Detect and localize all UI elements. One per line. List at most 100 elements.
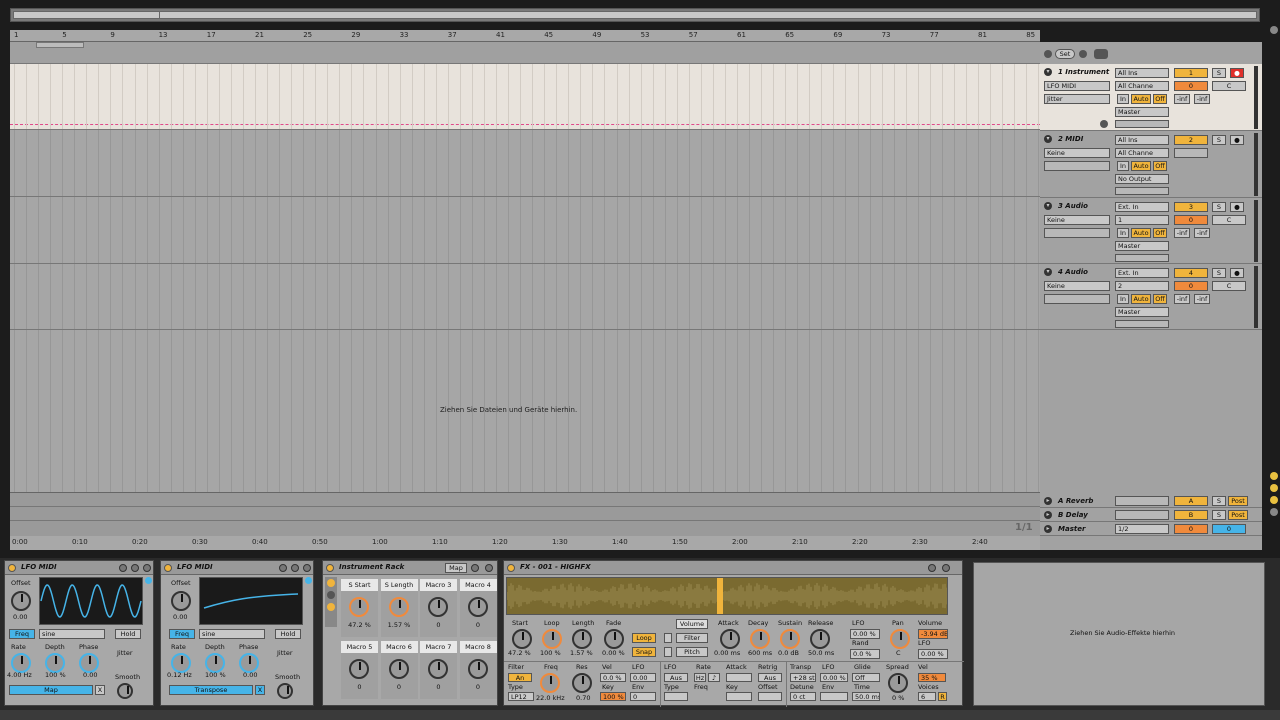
retrigger-button[interactable]: R [938, 692, 947, 701]
close-icon[interactable] [485, 564, 493, 572]
filter-type-select[interactable]: LP12 [508, 692, 534, 701]
note-sync-button[interactable]: ♪ [708, 673, 720, 682]
macro-6[interactable]: Macro 6 0 [380, 641, 418, 699]
monitor-off-button[interactable]: Off [1153, 228, 1167, 238]
loop-brace[interactable] [36, 42, 84, 48]
master-volume-field[interactable]: 0 [1174, 524, 1208, 534]
arrangement-view[interactable] [10, 64, 1040, 492]
filter-tab[interactable]: Filter [676, 633, 708, 643]
close-icon[interactable] [303, 564, 311, 572]
beat-ruler[interactable]: 1 5 9 13 17 21 25 29 33 37 41 45 49 53 57 61 65 69 73 77 81 8… [10, 30, 1040, 42]
power-icon[interactable] [326, 564, 334, 572]
time-ruler[interactable]: 0:00 0:10 0:20 0:30 0:40 0:50 1:00 1:10 1:20 1:30… [10, 536, 1040, 550]
return-output-select[interactable] [1115, 510, 1169, 520]
voices-select[interactable]: 6 [918, 692, 936, 701]
monitor-auto-button[interactable]: Auto [1131, 294, 1151, 304]
monitor-in-button[interactable]: In [1117, 94, 1129, 104]
fold-icon[interactable] [471, 564, 479, 572]
return-track-a[interactable]: ▸ A Reverb A S Post [1040, 494, 1262, 508]
lock-icon[interactable] [1094, 49, 1108, 59]
rand-field[interactable]: 0.0 % [850, 649, 880, 659]
macro-3[interactable]: Macro 3 0 [420, 579, 457, 637]
prev-locator-icon[interactable] [1044, 50, 1052, 58]
mixer-track-3[interactable]: ▾ 3 Audio Keine Ext. In 1 In Auto Off Master 3 S ● 0… [1040, 198, 1262, 264]
power-icon[interactable] [8, 564, 16, 572]
fold-track-icon[interactable]: ▾ [1044, 202, 1052, 210]
close-icon[interactable] [143, 564, 151, 572]
unmap-button[interactable]: X [95, 685, 105, 695]
shape-select[interactable]: sine [39, 629, 105, 639]
post-button[interactable]: Post [1228, 496, 1248, 506]
solo-button[interactable]: S [1212, 496, 1226, 506]
mixer-track-2[interactable]: ▾ 2 MIDI Keine All Ins All Channe In Auto Off No… [1040, 131, 1262, 198]
input-channel-select[interactable]: 2 [1115, 281, 1169, 291]
macro-name[interactable]: Macro 3 [420, 579, 457, 591]
track-name[interactable]: 3 Audio [1058, 202, 1088, 210]
macro-knob[interactable] [349, 597, 369, 617]
rack-map-button[interactable]: Map [445, 563, 467, 573]
macro-1[interactable]: S Start 47.2 % [341, 579, 378, 637]
filter-lfo-field[interactable]: 0.00 [630, 673, 656, 682]
fold-track-icon[interactable]: ▾ [1044, 268, 1052, 276]
macro-knob[interactable] [428, 659, 448, 679]
device-chooser[interactable]: Keine [1044, 281, 1110, 291]
freq-button[interactable]: Freq [9, 629, 35, 639]
filter-env-field[interactable]: 0 [630, 692, 656, 701]
play-icon[interactable]: ▸ [1044, 497, 1052, 505]
output-select[interactable]: Master [1115, 107, 1169, 117]
return-activator-button[interactable]: B [1174, 510, 1208, 520]
volume-field[interactable]: 0 [1174, 215, 1208, 225]
pan-field[interactable]: C [1212, 81, 1246, 91]
attack-knob[interactable] [720, 629, 740, 649]
macro-knob[interactable] [388, 659, 409, 679]
volume-lfo-field[interactable]: 0.00 % [918, 649, 948, 659]
track-name[interactable]: 1 Instrument [1058, 68, 1109, 76]
freq-button[interactable]: Freq [169, 629, 195, 639]
macro-knob[interactable] [388, 597, 409, 617]
monitor-off-button[interactable]: Off [1153, 94, 1167, 104]
depth-knob[interactable] [45, 653, 65, 673]
add-icon[interactable] [1100, 120, 1108, 128]
retrig-off-button[interactable]: Aus [758, 673, 782, 682]
device-chooser[interactable]: Keine [1044, 148, 1110, 158]
monitor-in-button[interactable]: In [1117, 294, 1129, 304]
lfo-type-select[interactable] [664, 692, 688, 701]
track-activator-button[interactable]: 1 [1174, 68, 1208, 78]
lfo-off-button[interactable]: Aus [664, 673, 688, 682]
hold-button[interactable]: Hold [275, 629, 301, 639]
mixer-track-1[interactable]: ▾ 1 Instrument LFO MIDI Jitter All Ins All Ch… [1040, 64, 1262, 131]
monitor-in-button[interactable]: In [1117, 161, 1129, 171]
output-channel-select[interactable] [1115, 120, 1169, 128]
phase-knob[interactable] [79, 653, 99, 673]
next-locator-icon[interactable] [1079, 50, 1087, 58]
lfo-field[interactable]: 0.00 % [850, 629, 880, 639]
monitor-off-button[interactable]: Off [1153, 294, 1167, 304]
pan-knob[interactable] [890, 629, 910, 649]
release-knob[interactable] [810, 629, 830, 649]
sampler-device[interactable]: FX - 001 - HIGHFX Start Loop Length Fade… [503, 560, 964, 707]
lfo-offset-field[interactable] [758, 692, 782, 701]
fold-track-icon[interactable]: ▾ [1044, 68, 1052, 76]
pan-field[interactable]: C [1212, 215, 1246, 225]
filter-on-button[interactable]: An [508, 673, 532, 682]
loop-button[interactable]: Loop [632, 633, 656, 643]
pitch-lfo-field[interactable]: 0.00 % [820, 673, 848, 682]
input-channel-select[interactable]: All Channe [1115, 81, 1169, 91]
fold-icon[interactable] [928, 564, 936, 572]
play-icon[interactable]: ▸ [1044, 511, 1052, 519]
scroll-icon-3[interactable] [1270, 496, 1278, 504]
hold-button[interactable]: Hold [115, 629, 141, 639]
input-channel-select[interactable]: All Channe [1115, 148, 1169, 158]
filter-toggle[interactable] [664, 633, 672, 643]
macro-5[interactable]: Macro 5 0 [341, 641, 378, 699]
chain-chooser[interactable]: Jitter [1044, 94, 1110, 104]
macro-name[interactable]: S Start [341, 579, 378, 591]
macro-8[interactable]: Macro 8 0 [459, 641, 497, 699]
track-name[interactable]: 4 Audio [1058, 268, 1088, 276]
map-button[interactable]: Map [9, 685, 93, 695]
overview-bar[interactable] [10, 8, 1260, 22]
loop-bar[interactable] [10, 42, 1040, 64]
chain-chooser[interactable] [1044, 228, 1110, 238]
play-icon[interactable]: ▸ [1044, 525, 1052, 533]
detune-field[interactable]: 0 ct [790, 692, 816, 701]
